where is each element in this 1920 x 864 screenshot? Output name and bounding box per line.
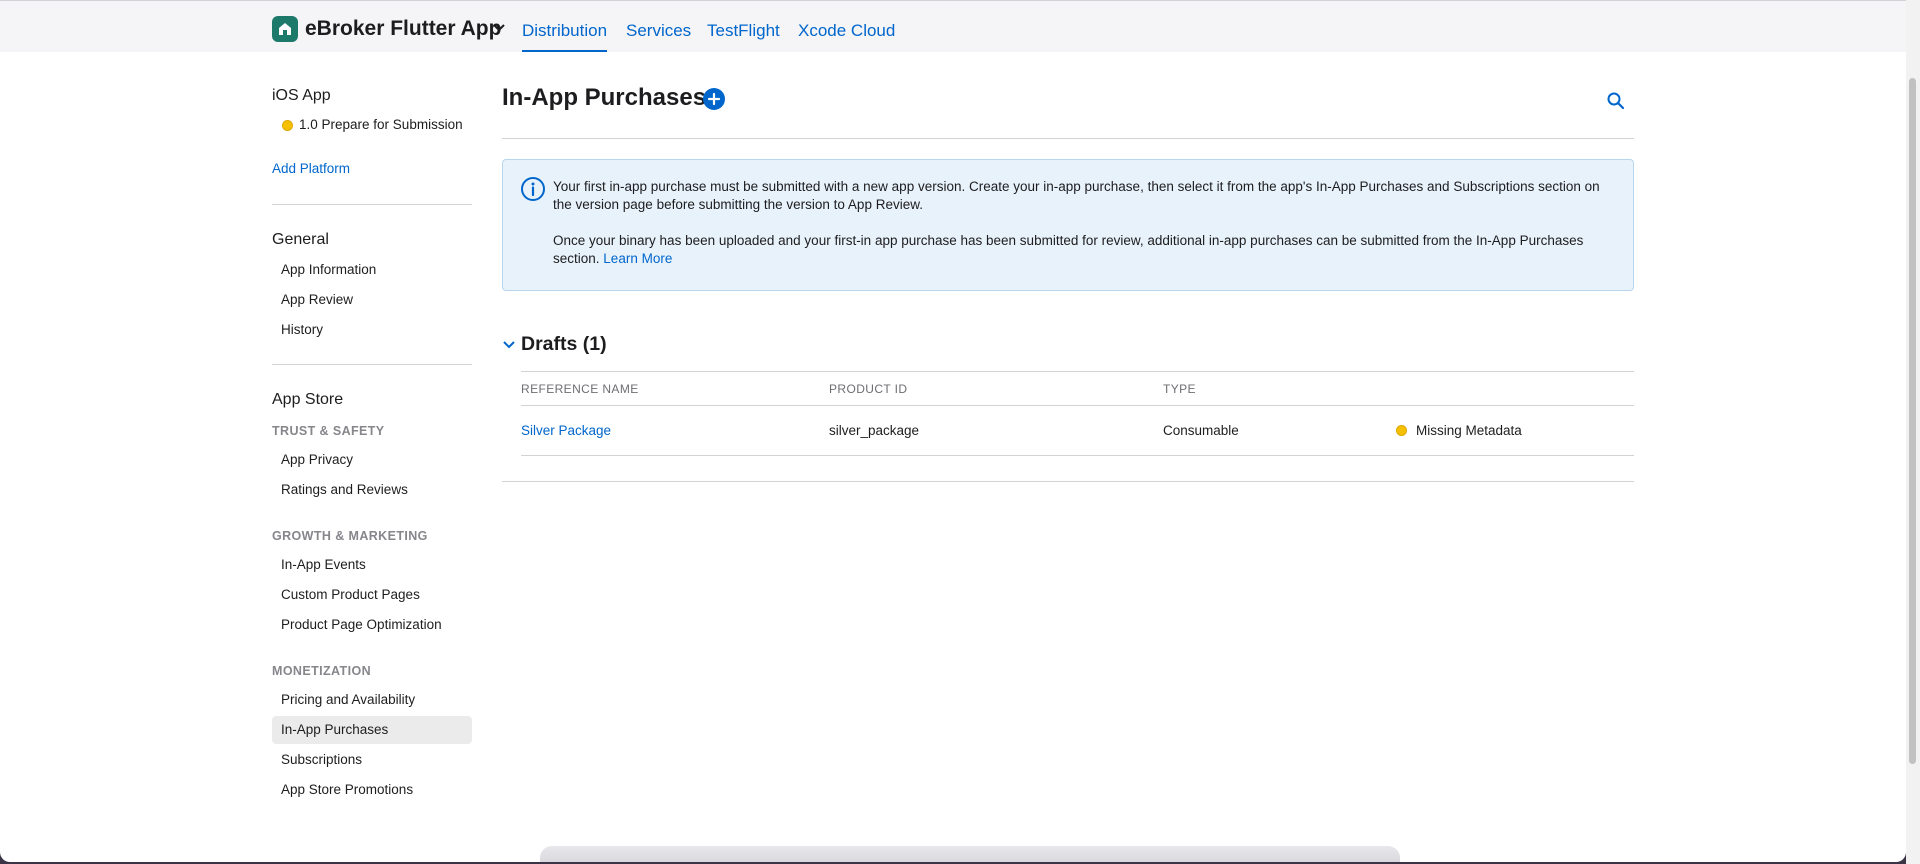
sidebar-item-product-page-optimization[interactable]: Product Page Optimization	[272, 611, 472, 639]
scrollbar-thumb[interactable]	[1909, 78, 1916, 764]
sidebar-item-app-information[interactable]: App Information	[272, 256, 472, 284]
tab-distribution[interactable]: Distribution	[522, 21, 608, 52]
growth-marketing-label: GROWTH & MARKETING	[272, 529, 428, 543]
sidebar-item-subscriptions[interactable]: Subscriptions	[272, 746, 472, 774]
sidebar-item-ratings-reviews[interactable]: Ratings and Reviews	[272, 476, 472, 504]
plus-icon	[707, 92, 721, 106]
sidebar-item-pricing-availability[interactable]: Pricing and Availability	[272, 686, 472, 714]
info-banner: Your first in-app purchase must be submi…	[502, 159, 1634, 291]
tab-xcode-cloud[interactable]: Xcode Cloud	[798, 21, 895, 41]
app-name[interactable]: eBroker Flutter App	[305, 17, 501, 41]
sidebar-item-custom-product-pages[interactable]: Custom Product Pages	[272, 581, 472, 609]
chevron-down-icon[interactable]	[492, 21, 506, 35]
title-divider	[502, 138, 1634, 139]
app-window: eBroker Flutter App Distribution Service…	[0, 0, 1906, 862]
column-header-type: TYPE	[1163, 382, 1196, 396]
status-dot-icon	[1396, 425, 1407, 436]
product-type: Consumable	[1163, 423, 1239, 438]
learn-more-link[interactable]: Learn More	[603, 251, 672, 266]
sidebar-item-app-privacy[interactable]: App Privacy	[272, 446, 472, 474]
reference-name-link[interactable]: Silver Package	[521, 423, 611, 438]
tab-testflight[interactable]: TestFlight	[707, 21, 780, 41]
app-store-heading: App Store	[272, 391, 344, 408]
info-icon	[521, 177, 545, 201]
chevron-down-icon[interactable]	[502, 338, 516, 352]
sidebar-item-app-store-promotions[interactable]: App Store Promotions	[272, 776, 472, 804]
table-header-divider	[521, 405, 1634, 406]
section-bottom-divider	[502, 481, 1634, 482]
monetization-label: MONETIZATION	[272, 664, 372, 678]
top-navigation-bar: eBroker Flutter App Distribution Service…	[0, 0, 1906, 52]
sidebar-item-in-app-events[interactable]: In-App Events	[272, 551, 472, 579]
sidebar-item-version[interactable]: 1.0 Prepare for Submission	[290, 111, 470, 139]
info-paragraph-1: Your first in-app purchase must be submi…	[553, 179, 1600, 212]
general-heading: General	[272, 231, 329, 248]
dock-shadow	[540, 846, 1400, 862]
search-icon[interactable]	[1606, 91, 1626, 111]
add-in-app-purchase-button[interactable]	[703, 88, 725, 110]
sidebar-item-app-review[interactable]: App Review	[272, 286, 472, 314]
info-paragraph-2: Once your binary has been uploaded and y…	[553, 233, 1584, 266]
platform-heading: iOS App	[272, 87, 331, 104]
table-row-divider	[521, 455, 1634, 456]
column-header-product-id: PRODUCT ID	[829, 382, 908, 396]
product-id: silver_package	[829, 423, 920, 438]
add-platform-link[interactable]: Add Platform	[272, 161, 350, 176]
page-title: In-App Purchases	[502, 84, 707, 111]
drafts-section-title[interactable]: Drafts (1)	[521, 333, 607, 356]
sidebar-item-in-app-purchases[interactable]: In-App Purchases	[272, 716, 472, 744]
app-icon[interactable]	[272, 16, 298, 42]
sidebar-divider	[272, 364, 472, 365]
sidebar-item-history[interactable]: History	[272, 316, 472, 344]
column-header-reference-name: REFERENCE NAME	[521, 382, 639, 396]
trust-safety-label: TRUST & SAFETY	[272, 424, 385, 438]
sidebar-divider	[272, 204, 472, 205]
tab-services[interactable]: Services	[626, 21, 691, 41]
table-top-divider	[521, 371, 1634, 372]
status-badge: Missing Metadata	[1416, 423, 1522, 438]
